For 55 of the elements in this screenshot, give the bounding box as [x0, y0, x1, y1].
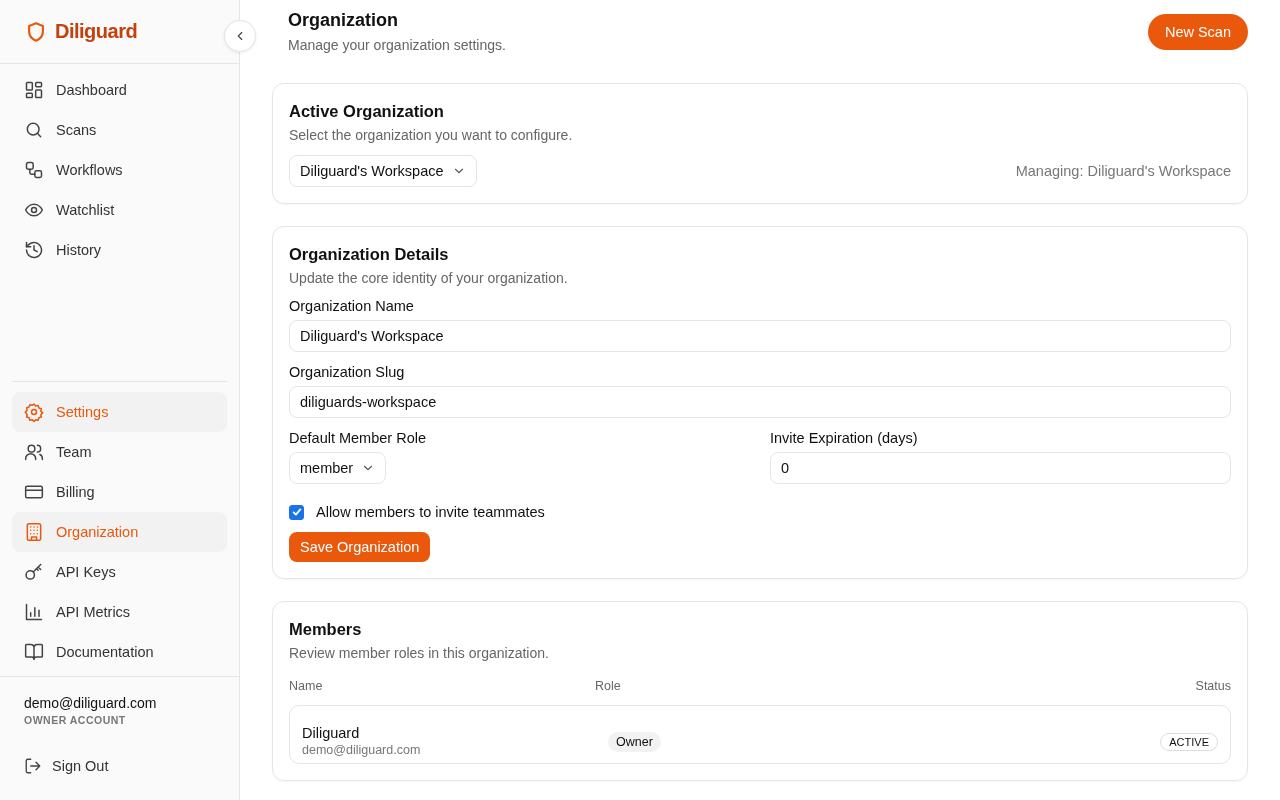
brand-name: Diliguard	[55, 20, 138, 43]
key-icon	[24, 562, 44, 582]
history-icon	[24, 240, 44, 260]
sidebar-item[interactable]: Documentation	[12, 632, 227, 672]
managing-label: Managing: Diliguard's Workspace	[1015, 163, 1231, 179]
sign-out-button[interactable]: Sign Out	[22, 746, 215, 786]
member-role-dropdown[interactable]: member	[289, 452, 387, 484]
column-header: Status	[1195, 679, 1231, 693]
field-label: Organization Slug	[289, 364, 406, 380]
page-subtitle: Manage your organization settings.	[288, 37, 506, 53]
member-email: demo@diliguard.com	[302, 743, 422, 757]
checkbox[interactable]	[289, 504, 304, 520]
gear-icon	[24, 402, 44, 422]
flow-icon	[24, 160, 44, 180]
field-label: Default Member Role	[289, 430, 427, 446]
sidebar-item[interactable]: Billing	[12, 472, 227, 512]
field-label: Organization Name	[289, 298, 415, 314]
card-icon	[24, 482, 44, 502]
save-organization-button[interactable]: Save Organization	[289, 532, 431, 562]
shield-icon	[25, 20, 47, 43]
checkbox-label: Allow members to invite teammates	[316, 504, 545, 520]
sidebar-item[interactable]: API Metrics	[12, 592, 227, 632]
search-icon	[24, 120, 44, 140]
building-icon	[24, 522, 44, 542]
new-scan-button[interactable]: New Scan	[1147, 14, 1248, 50]
card-subtitle: Review member roles in this organization.	[289, 645, 550, 661]
organization-name-field[interactable]: Diliguard's Workspace	[289, 320, 1231, 352]
sidebar-item[interactable]: Workflows	[12, 150, 227, 190]
card-title: Organization Details	[289, 245, 450, 264]
card-title: Active Organization	[289, 102, 445, 121]
book-icon	[24, 642, 44, 662]
sign-out-icon	[24, 757, 42, 775]
sidebar-item[interactable]: API Keys	[12, 552, 227, 592]
field-label: Invite Expiration (days)	[770, 430, 919, 446]
page-title: Organization	[288, 10, 399, 31]
role-badge: Owner	[608, 732, 661, 752]
sidebar-item[interactable]: History	[12, 230, 227, 270]
account-email: demo@diliguard.com	[24, 695, 158, 711]
organization-slug-field[interactable]: diliguards-workspace	[289, 386, 1231, 418]
column-header: Role	[595, 679, 622, 693]
sidebar-item[interactable]: Team	[12, 432, 227, 472]
member-name: Diliguard	[302, 725, 361, 741]
card-subtitle: Select the organization you want to configure.	[289, 127, 574, 143]
card-subtitle: Update the core identity of your organization.	[289, 270, 569, 286]
sidebar-item[interactable]: Dashboard	[12, 70, 227, 110]
users-icon	[24, 442, 44, 462]
account-role: OWNER ACCOUNT	[24, 714, 127, 726]
invite-expiration-field[interactable]: 0	[770, 452, 1231, 484]
grid-icon	[24, 80, 44, 100]
column-header: Name	[289, 679, 324, 693]
sidebar-item[interactable]: Scans	[12, 110, 227, 150]
organization-dropdown[interactable]: Diliguard's Workspace	[289, 155, 477, 187]
sidebar-item[interactable]: Watchlist	[12, 190, 227, 230]
card-title: Members	[289, 620, 363, 639]
chart-icon	[24, 602, 44, 622]
